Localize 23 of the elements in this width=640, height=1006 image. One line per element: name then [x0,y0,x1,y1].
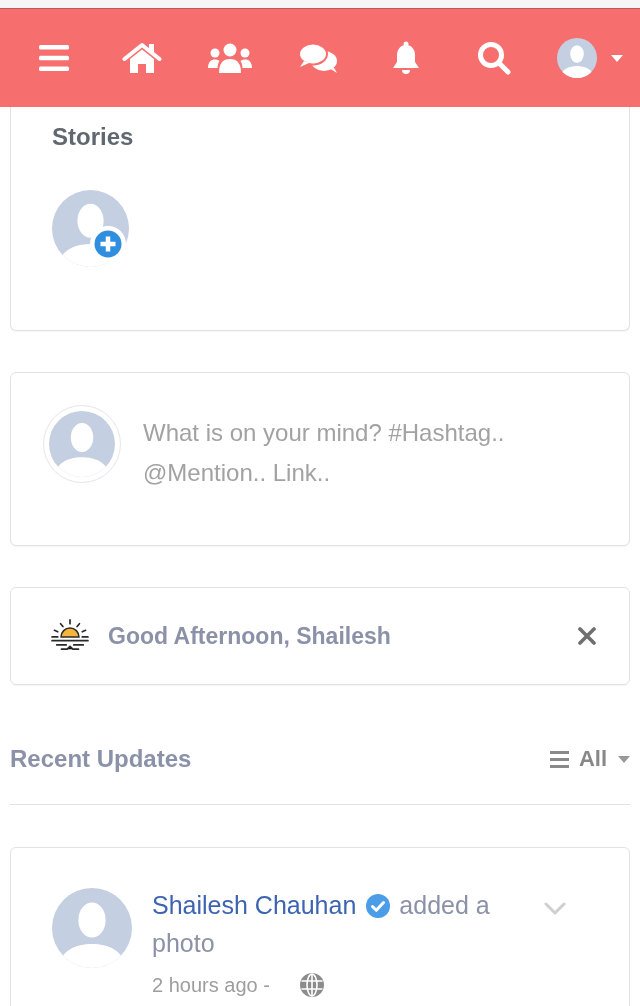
add-story-icon[interactable] [90,226,126,262]
globe-icon[interactable] [299,973,324,997]
author-link[interactable]: Shailesh Chauhan [152,891,357,919]
bell-icon[interactable] [390,41,422,75]
list-icon [549,750,569,768]
filter-dropdown[interactable]: All [549,744,630,774]
post-composer-box[interactable]: What is on your mind? #Hashtag.. @Mention.. Link.. [10,372,630,546]
home-icon[interactable] [122,42,162,74]
profile-avatar-icon[interactable] [557,38,597,78]
greeting-text: Good Afternoon, Shailesh [108,622,391,650]
search-icon[interactable] [477,41,511,75]
menu-icon[interactable] [39,45,69,71]
caret-icon [618,755,630,763]
stories-title: Stories [52,122,134,152]
updates-title: Recent Updates [10,744,192,774]
caret-icon[interactable] [611,54,623,62]
chat-icon[interactable] [298,42,338,74]
sunset-icon [51,619,89,653]
post-time: 2 hours ago - [152,973,270,998]
chevron-down-icon[interactable] [544,902,566,915]
users-icon[interactable] [208,43,252,73]
post-headline: Shailesh Chauhan added a photo [152,890,491,959]
close-icon[interactable] [578,627,596,645]
